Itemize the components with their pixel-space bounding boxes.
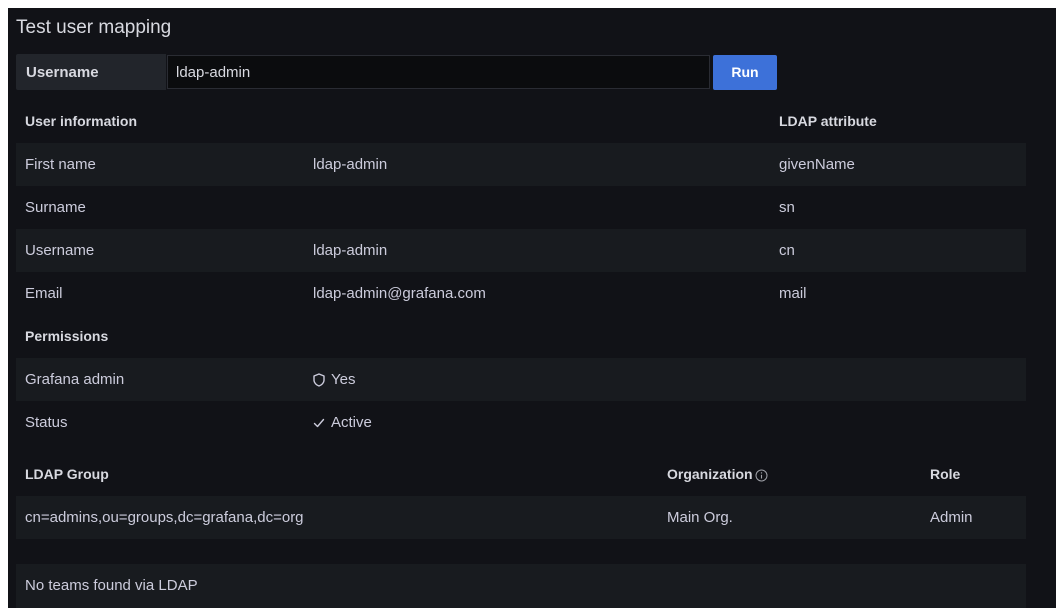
ldap-group-header-row: LDAP Group Organization Role bbox=[16, 453, 1026, 496]
organization-header: Organization bbox=[667, 453, 768, 496]
table-row: Surname sn bbox=[16, 186, 1026, 229]
permissions-header: Permissions bbox=[25, 328, 109, 344]
role-header: Role bbox=[930, 466, 961, 482]
permissions-header-row: Permissions bbox=[16, 315, 1026, 358]
row-label: First name bbox=[25, 156, 96, 173]
username-search-row: Username Run bbox=[16, 54, 777, 90]
panel-title: Test user mapping bbox=[16, 17, 172, 38]
no-teams-text: No teams found via LDAP bbox=[25, 577, 198, 594]
row-attribute: cn bbox=[779, 242, 795, 259]
grafana-admin-label: Grafana admin bbox=[25, 371, 125, 388]
row-label: Email bbox=[25, 285, 63, 302]
table-row: Username ldap-admin cn bbox=[16, 229, 1026, 272]
table-row: Email ldap-admin@grafana.com mail bbox=[16, 272, 1026, 315]
status-value-text: Active bbox=[331, 414, 372, 431]
run-button[interactable]: Run bbox=[713, 54, 777, 90]
organization-value: Main Org. bbox=[667, 509, 733, 526]
row-value: ldap-admin@grafana.com bbox=[313, 285, 486, 302]
check-icon bbox=[313, 418, 325, 428]
grafana-admin-value: Yes bbox=[313, 358, 355, 401]
row-label: Username bbox=[25, 242, 95, 259]
table-row: cn=admins,ou=groups,dc=grafana,dc=org Ma… bbox=[16, 496, 1026, 539]
row-attribute: givenName bbox=[779, 156, 855, 173]
row-attribute: sn bbox=[779, 199, 795, 216]
organization-header-label: Organization bbox=[667, 466, 753, 482]
table-row: Grafana admin Yes bbox=[16, 358, 1026, 401]
row-value: ldap-admin bbox=[313, 156, 388, 173]
ldap-group-header: LDAP Group bbox=[25, 466, 109, 482]
status-label: Status bbox=[25, 414, 68, 431]
username-input[interactable] bbox=[167, 55, 710, 89]
row-value: ldap-admin bbox=[313, 242, 388, 259]
ldap-group-table: LDAP Group Organization Role cn=admins,o… bbox=[16, 453, 1026, 539]
table-row: First name ldap-admin givenName bbox=[16, 143, 1026, 186]
user-information-table: User information LDAP attribute First na… bbox=[16, 100, 1026, 444]
role-value: Admin bbox=[930, 509, 973, 526]
row-label: Surname bbox=[25, 199, 86, 216]
table-row: Status Active bbox=[16, 401, 1026, 444]
row-attribute: mail bbox=[779, 285, 807, 302]
shield-icon bbox=[313, 373, 325, 387]
user-information-header: User information bbox=[25, 113, 138, 129]
username-field-label: Username bbox=[16, 54, 166, 90]
info-icon[interactable] bbox=[755, 469, 768, 482]
teams-empty-state: No teams found via LDAP bbox=[16, 564, 1026, 608]
status-value: Active bbox=[313, 401, 372, 444]
ldap-attribute-header: LDAP attribute bbox=[779, 113, 877, 129]
test-user-mapping-panel: Test user mapping Username Run User info… bbox=[8, 8, 1056, 608]
ldap-group-value: cn=admins,ou=groups,dc=grafana,dc=org bbox=[25, 509, 304, 526]
grafana-admin-value-text: Yes bbox=[331, 371, 356, 388]
user-information-header-row: User information LDAP attribute bbox=[16, 100, 1026, 143]
